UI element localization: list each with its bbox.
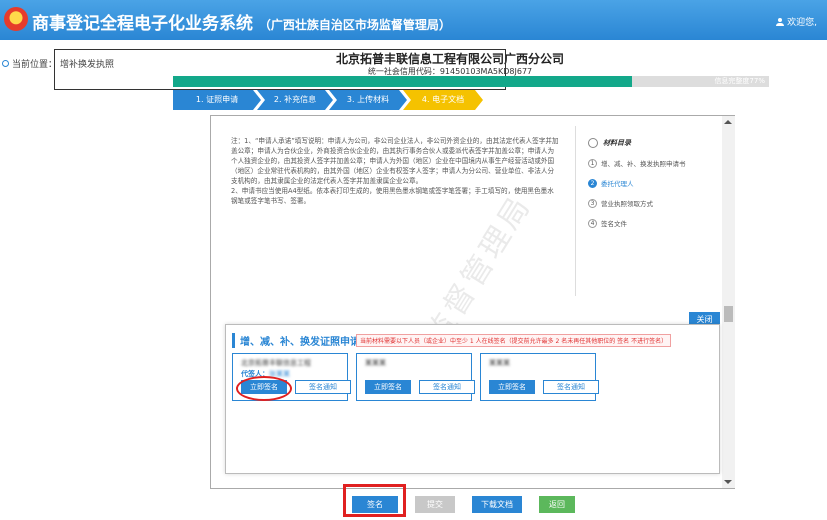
progress-text: 信息完整度77% [714, 77, 765, 85]
toc-item-application[interactable]: 1 增、减、补、换发执照申请书 [588, 158, 686, 168]
scrollbar[interactable] [722, 116, 735, 488]
scroll-up-icon[interactable] [724, 120, 732, 124]
app-subtitle: （广西壮族自治区市场监督管理局） [258, 18, 451, 32]
signer-card: 某某某 立即签名 签名通知 [480, 353, 599, 401]
signer-card: 北京拓普丰联信息工程 代签人：张某某 立即签名 签名通知 [232, 353, 351, 401]
toc-item-label: 委托代理人 [601, 180, 634, 188]
breadcrumb-label: 当前位置： [12, 60, 58, 70]
app-title-text: 商事登记全程电子化业务系统 [32, 14, 253, 34]
sign-panel-title: 增、减、补、换发证照申请书 [232, 333, 370, 348]
national-emblem-icon [4, 7, 28, 31]
user-welcome[interactable]: 欢迎您, [776, 15, 817, 28]
scroll-thumb[interactable] [724, 306, 733, 322]
app-title: 商事登记全程电子化业务系统 （广西壮族自治区市场监督管理局） [32, 9, 451, 34]
step-2[interactable]: 2. 补充信息 [257, 90, 333, 110]
material-toc: 材料目录 1 增、减、补、换发执照申请书 2 委托代理人 3 营业执照领取方式 … [588, 138, 686, 238]
sign-now-button[interactable]: 立即签名 [489, 380, 535, 394]
step-3[interactable]: 3. 上传材料 [329, 90, 407, 110]
welcome-text: 欢迎您, [787, 18, 817, 28]
submit-button[interactable]: 提交 [415, 496, 455, 513]
top-header: 商事登记全程电子化业务系统 （广西壮族自治区市场监督管理局） 欢迎您, [0, 0, 827, 40]
signer-name: 某某某 [365, 359, 386, 367]
document-list-icon [588, 138, 598, 148]
toc-item-pickup[interactable]: 3 营业执照领取方式 [588, 198, 686, 208]
toc-item-label: 增、减、补、换发执照申请书 [601, 160, 686, 168]
step-wizard: 1. 证照申请 2. 补充信息 3. 上传材料 4. 电子文档 [173, 90, 479, 110]
sign-notify-button[interactable]: 签名通知 [419, 380, 475, 394]
toc-title: 材料目录 [588, 138, 686, 148]
sign-panel: 增、减、补、换发证照申请书 当前材料需要以下人员（或企业）中至少 1 人在线签名… [225, 324, 720, 474]
signer-card: 某某某 立即签名 签名通知 [356, 353, 475, 401]
sign-requirement-note: 当前材料需要以下人员（或企业）中至少 1 人在线签名（提交前允许最多 2 名未再… [356, 334, 672, 347]
card-actions: 立即签名 签名通知 [489, 380, 599, 394]
location-pin-icon [2, 60, 9, 67]
annotation-rect [343, 484, 406, 517]
toc-number: 4 [588, 218, 597, 228]
progress-fill [173, 76, 632, 87]
sign-now-button[interactable]: 立即签名 [365, 380, 411, 394]
card-actions: 立即签名 签名通知 [365, 380, 475, 394]
toc-item-label: 签名文件 [601, 220, 627, 228]
toc-item-agent[interactable]: 2 委托代理人 [588, 178, 686, 188]
sign-notify-button[interactable]: 签名通知 [295, 380, 351, 394]
toc-number: 2 [588, 178, 597, 188]
sign-notify-button[interactable]: 签名通知 [543, 380, 599, 394]
toc-number: 3 [588, 198, 597, 208]
toc-divider [575, 126, 576, 296]
back-button[interactable]: 返回 [539, 496, 575, 513]
signer-name: 北京拓普丰联信息工程 [241, 359, 311, 367]
toc-title-text: 材料目录 [603, 139, 631, 147]
signer-name: 某某某 [489, 359, 510, 367]
toc-item-label: 营业执照领取方式 [601, 200, 653, 208]
document-panel: 注：1、“申请人承诺”填写说明：申请人为公司，非公司企业法人，非公司外资企业的，… [210, 115, 735, 489]
progress-bar: 信息完整度77% [173, 76, 769, 87]
user-icon [776, 17, 785, 26]
step-4[interactable]: 4. 电子文档 [403, 90, 483, 110]
annotation-ellipse [236, 376, 292, 401]
download-button[interactable]: 下载文档 [472, 496, 522, 513]
toc-number: 1 [588, 158, 597, 168]
scroll-down-icon[interactable] [724, 480, 732, 484]
toc-item-signature[interactable]: 4 签名文件 [588, 218, 686, 228]
step-1[interactable]: 1. 证照申请 [173, 90, 261, 110]
